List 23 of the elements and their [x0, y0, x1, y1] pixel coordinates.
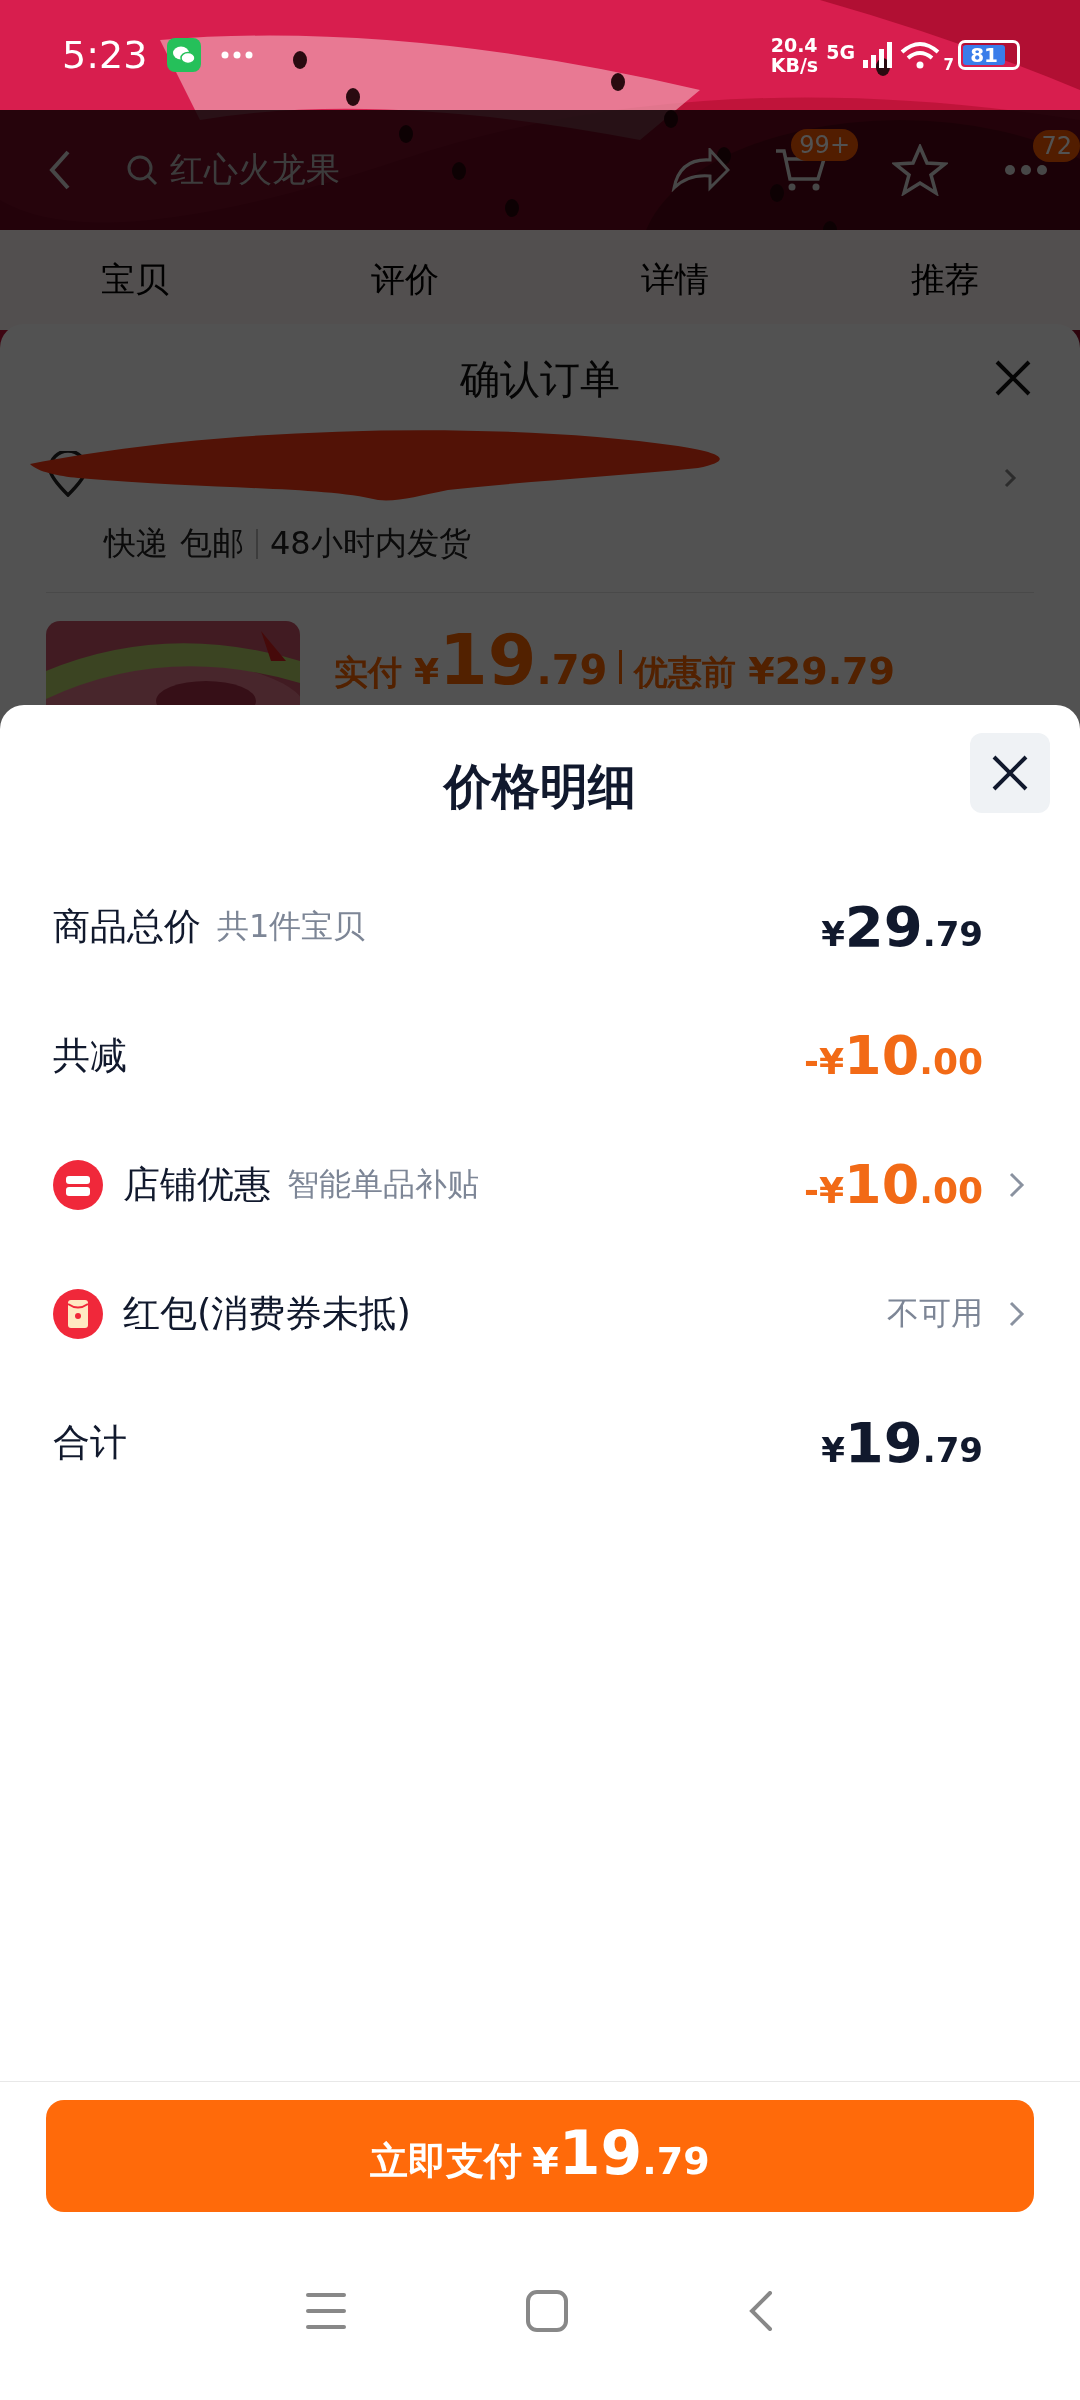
back-icon[interactable]	[748, 2291, 774, 2331]
close-icon	[992, 755, 1028, 791]
envelope-icon	[53, 1288, 103, 1339]
discount-amount: -¥10.00	[804, 1024, 983, 1087]
row-label: 共减	[53, 1032, 127, 1079]
row-label: 合计	[53, 1419, 127, 1466]
chevron-icon[interactable]	[1008, 1299, 1025, 1328]
row-note: 智能单品补贴	[287, 1163, 479, 1205]
menu-icon[interactable]	[306, 2291, 346, 2331]
pay-button[interactable]: 立即支付 ¥19.79	[46, 2100, 1034, 2212]
row-label: 商品总价	[53, 903, 201, 950]
home-icon[interactable]	[526, 2290, 568, 2332]
price-amount: ¥19.79	[821, 1410, 983, 1475]
discount-amount: -¥10.00	[804, 1153, 983, 1216]
shop-icon	[53, 1159, 103, 1210]
chevron-icon[interactable]	[1008, 1170, 1025, 1199]
row-label[interactable]: 红包(消费券未抵)	[123, 1288, 411, 1339]
sheet-title: 价格明细	[444, 757, 636, 816]
row-note: 共1件宝贝	[217, 905, 366, 947]
status-text: 不可用	[887, 1292, 983, 1334]
row-label[interactable]: 店铺优惠	[123, 1159, 271, 1210]
price-amount: ¥29.79	[821, 894, 983, 959]
close-button[interactable]	[970, 733, 1050, 813]
